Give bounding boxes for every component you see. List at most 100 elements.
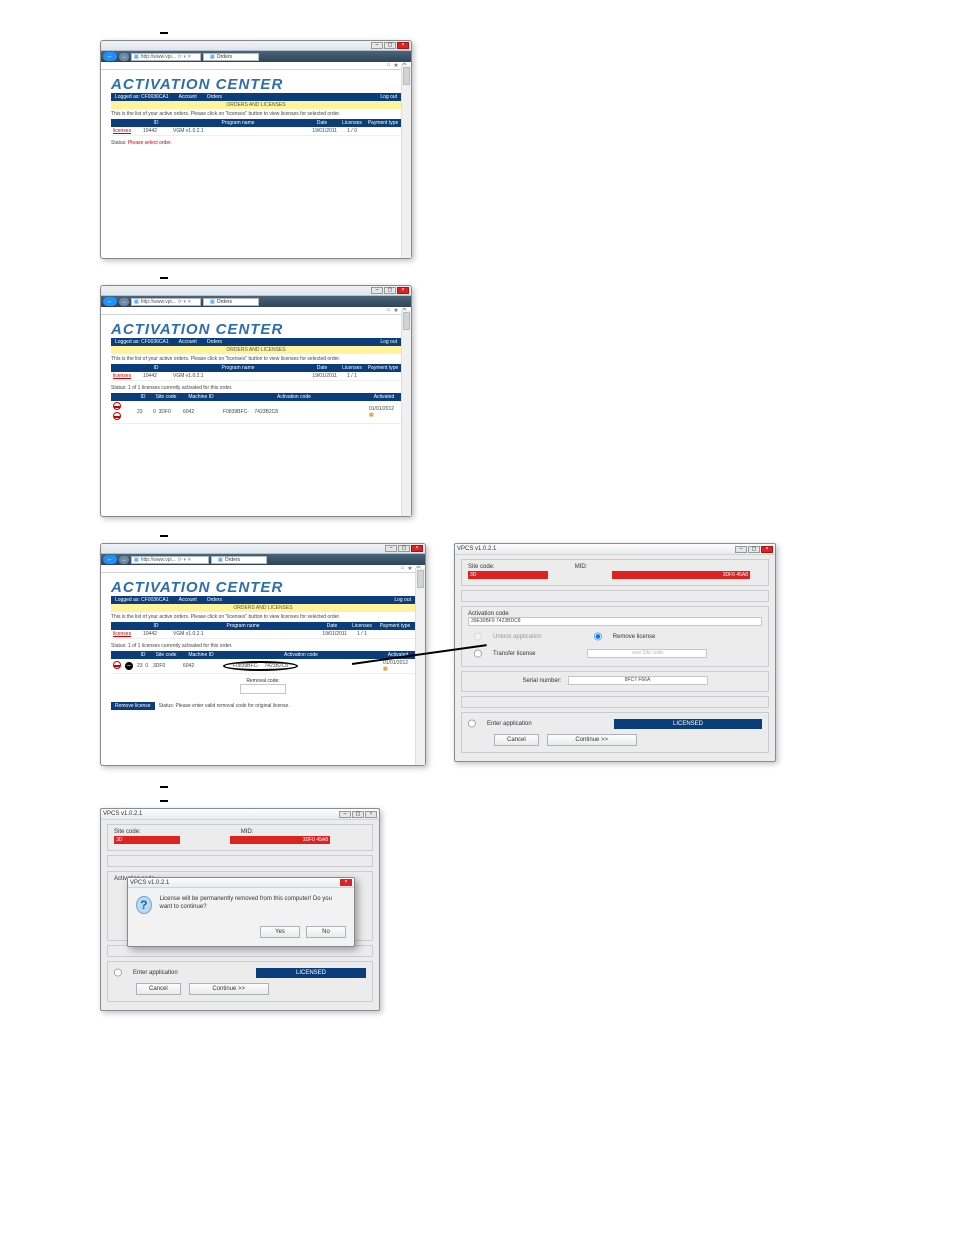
nav-orders[interactable]: Orders [207,339,222,345]
section-banner: ORDERS AND LICENSES [111,101,401,109]
maximize-button[interactable]: ▢ [398,545,410,552]
licenses-link[interactable]: licenses [113,631,131,637]
forward-button[interactable]: → [119,298,129,306]
licenses-link[interactable]: licenses [113,128,131,134]
url-field[interactable]: ▦http://www.vpi... ⟳ ▾ ✕ [131,556,209,564]
scrollbar[interactable] [401,310,411,516]
browser-tab[interactable]: ▦Orders [203,53,259,61]
nav-account[interactable]: Account [179,597,197,603]
transfer-label: Transfer license [493,651,535,657]
transfer-radio[interactable] [474,650,482,658]
serial-input[interactable]: 8FC7 F66A [568,676,708,685]
new-site-input[interactable]: new Site code [587,649,707,658]
vpcs-dialog-small: VPCS v1.0.2.1 –▢× Site code: MID: 3D 3DF… [100,808,380,1011]
remove-icon[interactable]: – [125,662,133,670]
forward-button[interactable]: → [119,53,129,61]
maximize-button[interactable]: ▢ [384,287,396,294]
popup-close-button[interactable]: × [340,879,352,886]
status-line: Status: 1 of 1 licenses currently activa… [111,385,401,391]
enter-radio[interactable] [468,720,476,728]
minimize-button[interactable]: – [371,287,383,294]
enter-group: Enter application LICENSED Cancel Contin… [107,961,373,1002]
nav-account[interactable]: Account [179,339,197,345]
maximize-button[interactable]: ▢ [384,42,396,49]
nav-orders[interactable]: Orders [207,94,222,100]
licensed-badge: LICENSED [256,968,366,978]
forward-button[interactable]: → [119,556,129,564]
address-bar: ← → ▦http://www.vpi... ⟳ ▾ ✕ ▦Orders [101,51,411,62]
minimize-button[interactable]: – [385,545,397,552]
nav-account[interactable]: Account [179,94,197,100]
browser-tab[interactable]: ▦Orders [211,556,267,564]
site-label: Site code: [468,564,495,570]
close-button[interactable]: × [761,546,773,553]
page-content: ACTIVATION CENTER Logged as: CF0036CA1 A… [101,70,411,258]
unlock-label: Unlock application [493,634,542,640]
circled-marker: F0839BFC- 7423B2C8 [223,661,298,671]
browser-tab[interactable]: ▦Orders [203,298,259,306]
site-value: 3D [114,836,180,844]
close-button[interactable]: × [397,287,409,294]
page-title: ACTIVATION CENTER [111,76,401,93]
table-row[interactable]: licenses 10442 VGM v1.0.2.1 19/01/2011 1… [111,127,401,136]
activation-input[interactable]: 39E30BF9 7423BDC8 [468,617,762,626]
home-icon[interactable]: ⌂ [387,62,391,69]
star-icon[interactable]: ★ [393,62,398,69]
mid-value: 3DF0 45A8 [612,571,750,579]
close-button[interactable]: × [397,42,409,49]
orders-table: ID Program name Date Licenses Payment ty… [111,119,401,136]
stop-icon[interactable] [113,661,121,669]
maximize-button[interactable]: ▢ [748,546,760,553]
ie-toolbar: ⌂ ★ ⚙ [101,62,411,70]
no-button[interactable]: No [306,926,346,938]
close-button[interactable]: × [365,811,377,818]
license-row[interactable]: 23 0 3DF0 6042 F0839BFC- 7423B2C8 01/01/… [111,401,401,424]
yes-button[interactable]: Yes [260,926,300,938]
remove-radio[interactable] [594,633,602,641]
star-icon[interactable]: ★ [393,307,398,314]
cancel-button[interactable]: Cancel [494,734,539,746]
vpcs-dialog: VPCS v1.0.2.1 –▢× Site code: MID: 3D 3DF… [454,543,776,762]
table-row[interactable]: licenses 10442 VGM v1.0.2.1 19/01/2011 1… [111,630,415,639]
nav-logout[interactable]: Log out [380,94,397,100]
home-icon[interactable]: ⌂ [401,565,405,572]
prohibit-icon[interactable] [113,412,121,420]
back-button[interactable]: ← [103,555,117,564]
nav-orders[interactable]: Orders [207,597,222,603]
removal-input[interactable] [240,684,286,694]
close-button[interactable]: × [411,545,423,552]
licenses-link[interactable]: licenses [113,373,131,379]
back-button[interactable]: ← [103,297,117,306]
home-icon[interactable]: ⌂ [387,307,391,314]
continue-button[interactable]: Continue >> [547,734,637,746]
minimize-button[interactable]: – [339,811,351,818]
hint-text: This is the list of your active orders. … [111,612,415,622]
url-field[interactable]: ▦http://www.vpi... ⟳ ▾ ✕ [131,298,201,306]
scrollbar[interactable] [401,65,411,258]
site-value: 3D [468,571,548,579]
enter-group: Enter application LICENSED Cancel Contin… [461,712,769,753]
page-content: ACTIVATION CENTER Logged as: CF0036CA1 A… [101,573,425,765]
remove-license-button[interactable]: Remove license [111,702,155,710]
minimize-button[interactable]: – [735,546,747,553]
mid-value: 3DF0 45A8 [230,836,330,844]
radio-row: Transfer license new Site code [474,647,762,660]
star-icon[interactable]: ★ [407,565,412,572]
table-row[interactable]: licenses 10442 VGM v1.0.2.1 19/01/2011 1… [111,372,401,381]
nav-logout[interactable]: Log out [394,597,411,603]
browser-window-2: – ▢ × ← → ▦http://www.vpi... ⟳ ▾ ✕ ▦Orde… [100,285,412,517]
browser-titlebar: – ▢ × [101,41,411,51]
nav-logout[interactable]: Log out [380,339,397,345]
cancel-button[interactable]: Cancel [136,983,181,995]
url-field[interactable]: ▦http://www.vpi... ⟳ ▾ ✕ [131,53,201,61]
enter-radio[interactable] [114,969,122,977]
back-button[interactable]: ← [103,52,117,61]
address-bar: ← → ▦http://www.vpi... ⟳ ▾ ✕ ▦Orders [101,296,411,307]
stop-icon[interactable] [113,402,121,410]
scrollbar[interactable] [415,568,425,765]
minimize-button[interactable]: – [371,42,383,49]
maximize-button[interactable]: ▢ [352,811,364,818]
confirm-popup: VPCS v1.0.2.1 × ? License will be perman… [127,877,355,947]
codes-group: Site code: MID: 3D 3DF0 45A8 [461,559,769,586]
continue-button[interactable]: Continue >> [189,983,269,995]
